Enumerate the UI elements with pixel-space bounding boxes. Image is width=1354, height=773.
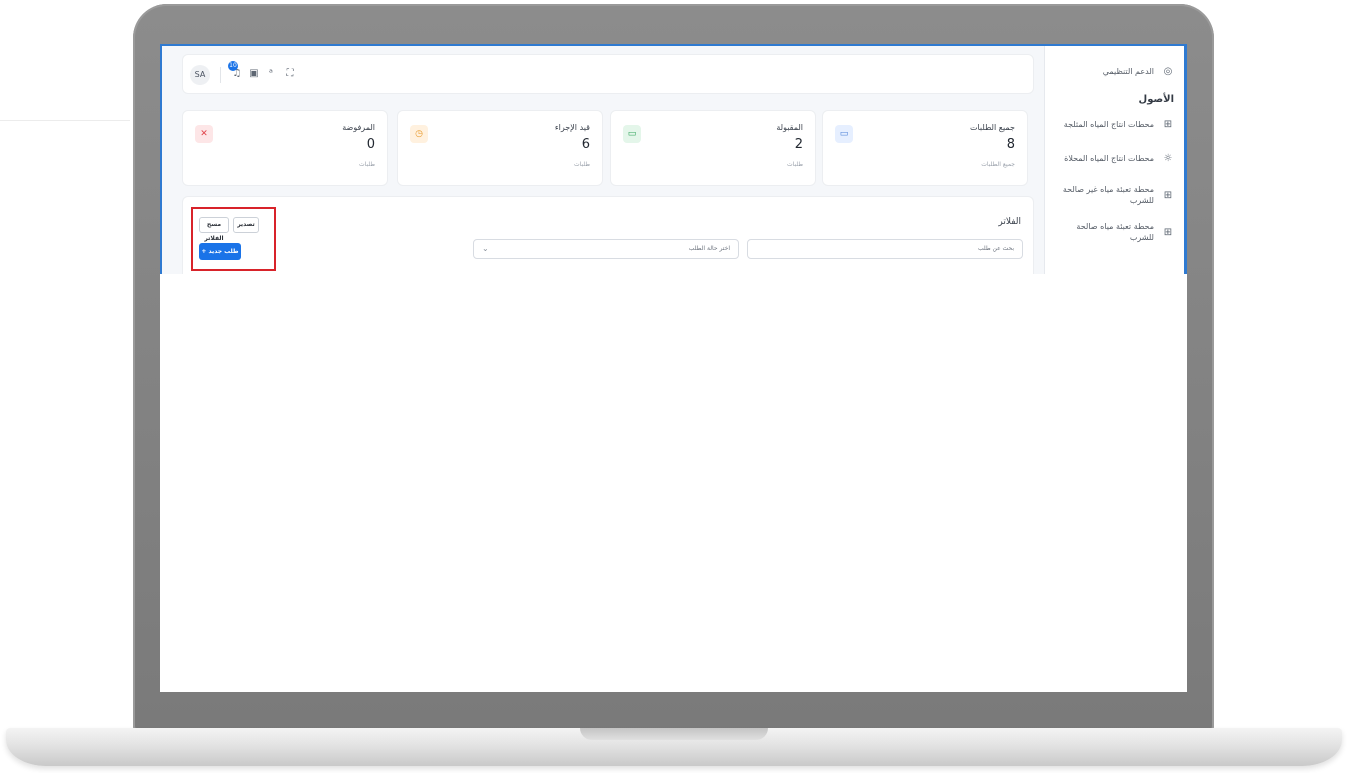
filters-title: الفلاتر <box>998 217 1021 227</box>
shield-icon: ◎ <box>1163 65 1173 77</box>
sun-icon: ☼ <box>1163 152 1173 164</box>
divider <box>220 67 221 83</box>
monitor-icon: ▭ <box>835 125 853 143</box>
grid-icon: ⊞ <box>1163 118 1173 130</box>
card-rejected[interactable]: المرفوضة 0 طلبات ✕ <box>182 110 388 186</box>
translate-icon[interactable]: ᵃ <box>265 68 277 79</box>
sidebar-item-nonpotable-filling[interactable]: ⊞ محطة تعبئة مياه غير صالحة للشرب <box>1053 181 1174 209</box>
main-content: SA ♫ 10 ▣ ᵃ ⛶ المرفوضة 0 طلبات ✕ قيد الإ… <box>182 46 1034 274</box>
squares-icon: ⊞ <box>1163 226 1173 238</box>
status-placeholder: اختر حالة الطلب <box>688 245 730 252</box>
card-title: قيد الإجراء <box>554 123 590 132</box>
card-title: المقبولة <box>776 123 803 132</box>
laptop-notch <box>580 728 768 740</box>
status-select[interactable]: اختر حالة الطلب ⌄ <box>473 239 739 259</box>
monitor-icon: ▭ <box>623 125 641 143</box>
search-input[interactable]: بحث عن طلب <box>747 239 1023 259</box>
card-subtitle: طلبات <box>573 161 590 168</box>
search-placeholder: بحث عن طلب <box>977 245 1014 252</box>
card-subtitle: جميع الطلبات <box>981 161 1015 168</box>
chevron-down-icon: ⌄ <box>482 244 489 253</box>
card-in-progress[interactable]: قيد الإجراء 6 طلبات ◷ <box>397 110 603 186</box>
sidebar-item-desalinated-water[interactable]: ☼ محطات انتاج المياه المحلاة <box>1053 147 1174 169</box>
decorative-line <box>0 120 130 121</box>
sidebar: ◎ الدعم التنظيمي الأصول ⊞ محطات انتاج ال… <box>1044 46 1184 274</box>
card-value: 6 <box>581 137 590 152</box>
highlight-box: مسح الفلاتر تصدير + طلب جديد <box>191 207 276 271</box>
clock-icon: ◷ <box>410 125 428 143</box>
avatar[interactable]: SA <box>190 65 210 85</box>
top-bar: SA ♫ 10 ▣ ᵃ ⛶ <box>182 54 1034 94</box>
file-x-icon: ✕ <box>195 125 213 143</box>
sidebar-item-label: محطات انتاج المياه المثلجة <box>1063 119 1154 129</box>
filters-panel: الفلاتر بحث عن طلب اختر حالة الطلب ⌄ مسح… <box>182 196 1034 274</box>
card-title: المرفوضة <box>342 123 375 132</box>
sidebar-item-label: محطة تعبئة مياه صالحة للشرب <box>1076 222 1154 242</box>
clipboard-icon[interactable]: ▣ <box>248 68 260 79</box>
sidebar-item-support[interactable]: ◎ الدعم التنظيمي <box>1053 60 1174 82</box>
laptop-screen: ◎ الدعم التنظيمي الأصول ⊞ محطات انتاج ال… <box>160 44 1187 692</box>
notification-badge: 10 <box>228 61 238 71</box>
fullscreen-icon[interactable]: ⛶ <box>284 68 296 79</box>
sidebar-item-label: محطات انتاج المياه المحلاة <box>1064 153 1154 163</box>
clear-filters-button[interactable]: مسح الفلاتر <box>199 217 229 242</box>
card-value: 2 <box>794 137 803 152</box>
sidebar-item-potable-filling[interactable]: ⊞ محطة تعبئة مياه صالحة للشرب <box>1053 221 1174 243</box>
sidebar-item-chilled-water[interactable]: ⊞ محطات انتاج المياه المثلجة <box>1053 113 1174 135</box>
stats-cards: المرفوضة 0 طلبات ✕ قيد الإجراء 6 طلبات ◷… <box>182 110 1034 188</box>
card-subtitle: طلبات <box>358 161 375 168</box>
sidebar-item-label: الدعم التنظيمي <box>1102 66 1154 76</box>
app-window: ◎ الدعم التنظيمي الأصول ⊞ محطات انتاج ال… <box>160 44 1187 274</box>
sidebar-section-title: الأصول <box>1138 94 1174 105</box>
card-title: جميع الطلبات <box>969 123 1015 132</box>
squares-icon: ⊞ <box>1163 189 1173 201</box>
sidebar-item-label: محطة تعبئة مياه غير صالحة للشرب <box>1062 185 1154 205</box>
card-all-requests[interactable]: جميع الطلبات 8 جميع الطلبات ▭ <box>822 110 1028 186</box>
card-value: 8 <box>1006 137 1015 152</box>
card-subtitle: طلبات <box>786 161 803 168</box>
export-button[interactable]: تصدير <box>233 217 259 233</box>
new-request-button[interactable]: + طلب جديد <box>199 243 241 260</box>
card-accepted[interactable]: المقبولة 2 طلبات ▭ <box>610 110 816 186</box>
card-value: 0 <box>366 137 375 152</box>
